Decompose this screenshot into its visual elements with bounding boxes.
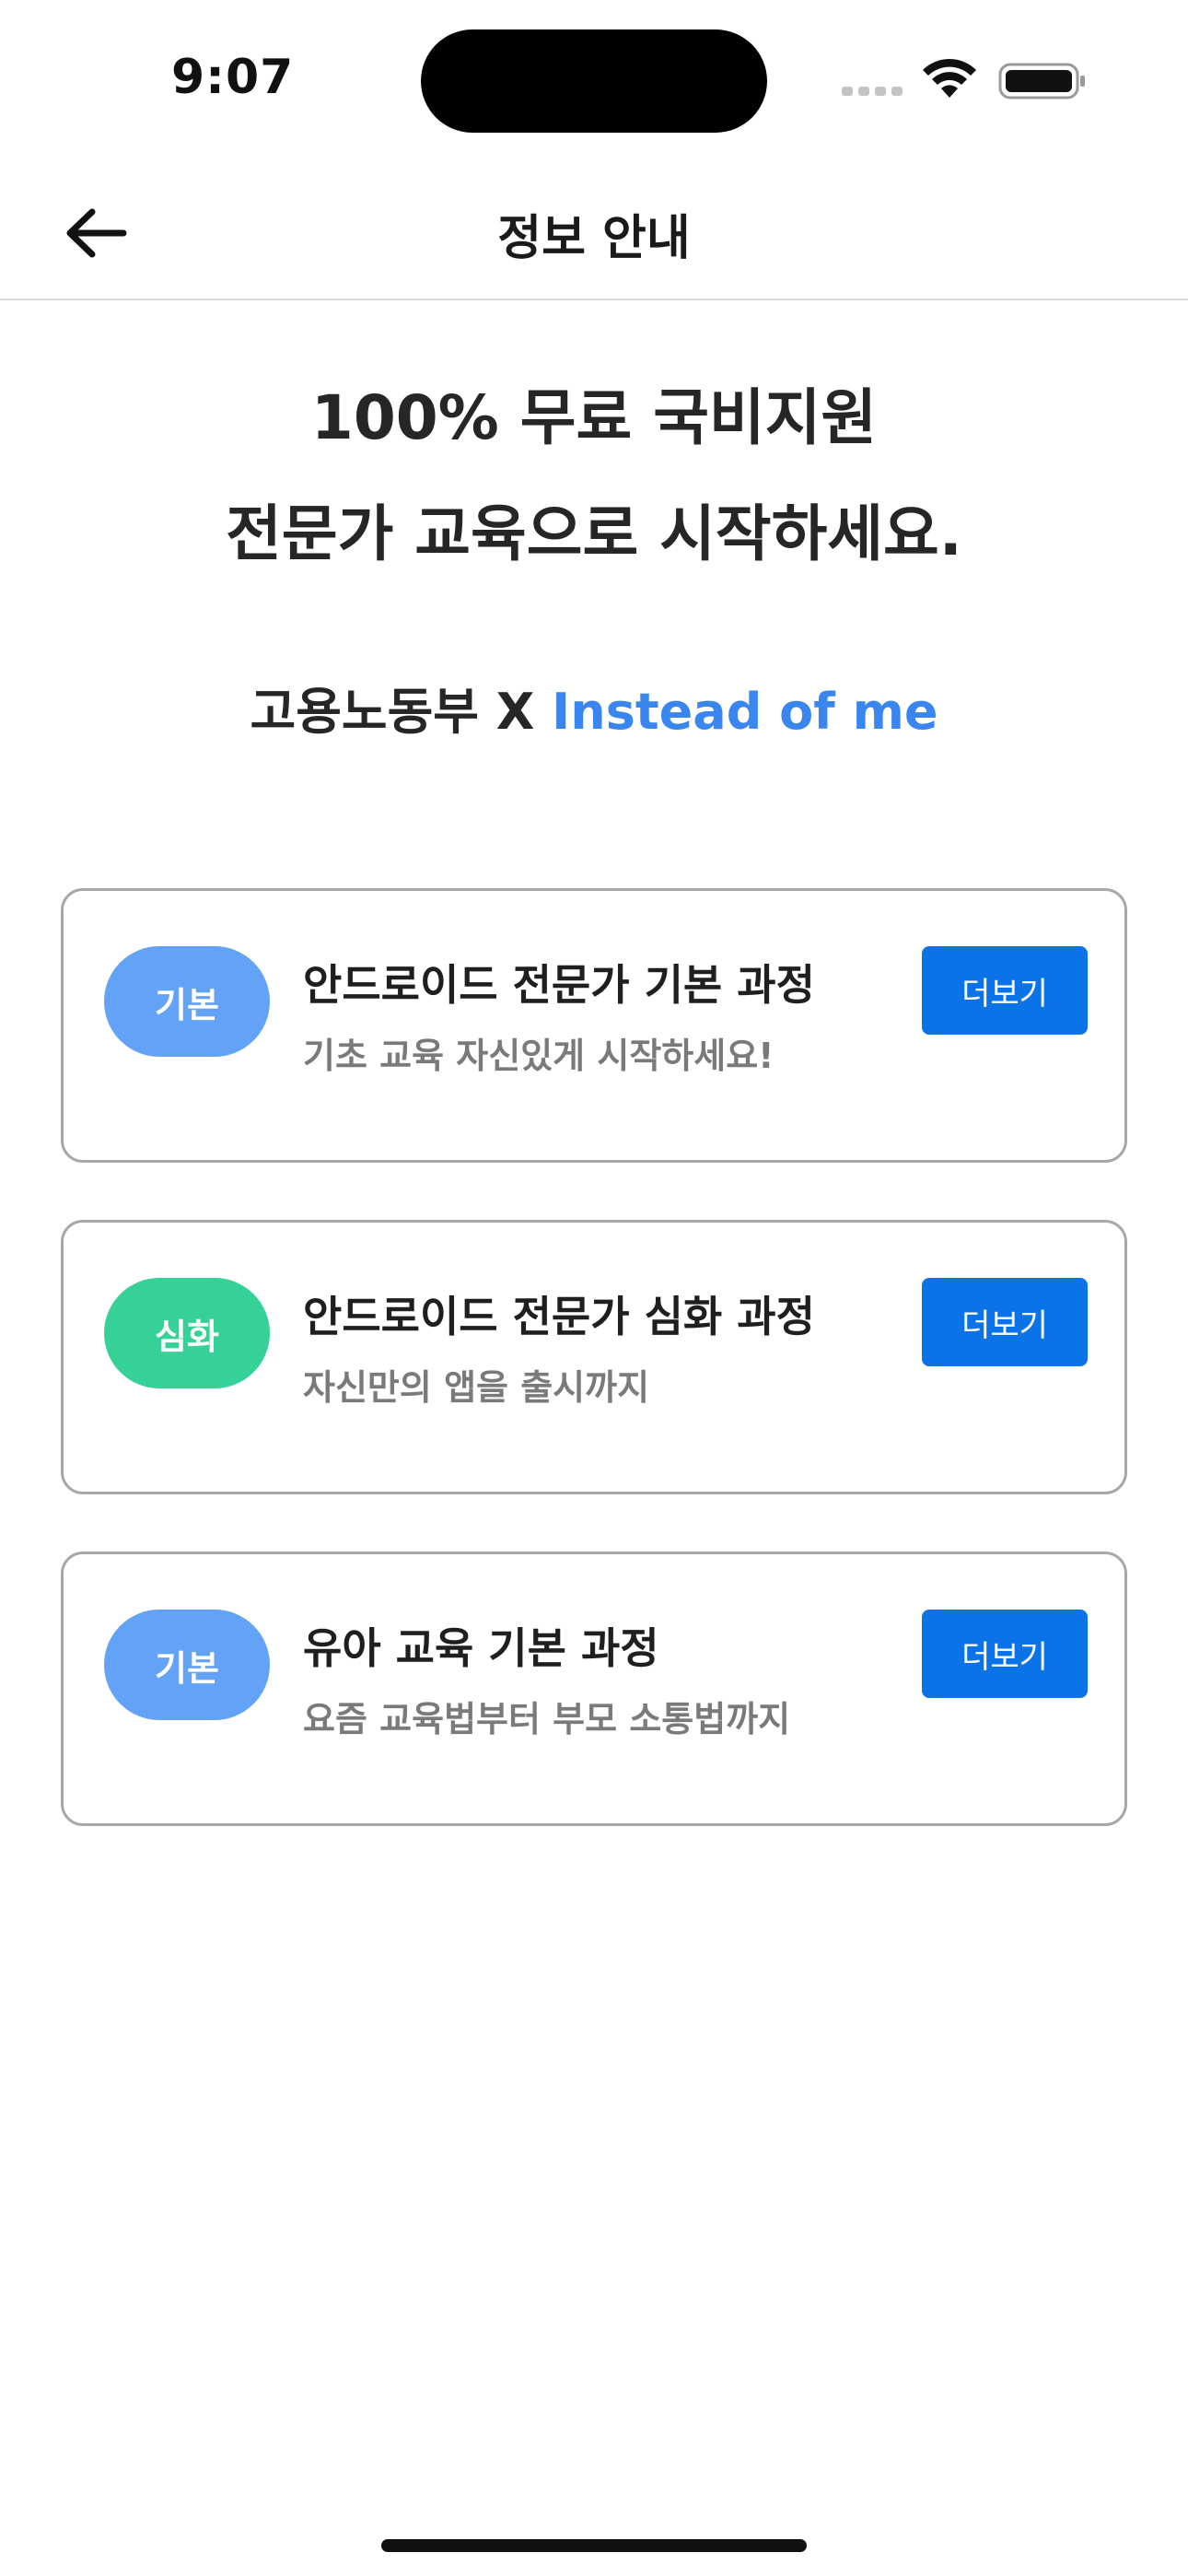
course-card: 심화 안드로이드 전문가 심화 과정 자신만의 앱을 출시까지 더보기: [61, 1220, 1127, 1494]
home-indicator[interactable]: [381, 2539, 807, 2552]
battery-icon: [998, 63, 1085, 100]
screen: 9:07 정보 안내 100% 무료 국비지원 전문가 교육으로 시작하세요. …: [0, 0, 1188, 2576]
signal-icon: [842, 87, 903, 96]
course-title: 유아 교육 기본 과정: [303, 1623, 659, 1673]
partner-line: 고용노동부 X Instead of me: [0, 671, 1188, 744]
level-badge: 기본: [104, 1610, 270, 1720]
level-badge: 기본: [104, 946, 270, 1057]
more-button[interactable]: 더보기: [922, 1278, 1088, 1366]
course-card: 기본 안드로이드 전문가 기본 과정 기초 교육 자신있게 시작하세요! 더보기: [61, 888, 1127, 1163]
wifi-icon: [923, 58, 976, 98]
nav-bar: 정보 안내: [0, 166, 1188, 300]
status-time: 9:07: [171, 50, 295, 105]
dynamic-island: [421, 29, 767, 133]
more-button[interactable]: 더보기: [922, 1610, 1088, 1698]
partner-brand: Instead of me: [552, 683, 938, 741]
status-bar: 9:07: [0, 0, 1188, 147]
course-title: 안드로이드 전문가 기본 과정: [303, 960, 815, 1010]
hero-heading-line1: 100% 무료 국비지원: [310, 382, 878, 453]
course-title: 안드로이드 전문가 심화 과정: [303, 1292, 815, 1341]
course-subtitle: 자신만의 앱을 출시까지: [303, 1367, 650, 1408]
course-subtitle: 기초 교육 자신있게 시작하세요!: [303, 1036, 775, 1076]
page-title: 정보 안내: [497, 211, 691, 266]
course-subtitle: 요즘 교육법부터 부모 소통법까지: [303, 1699, 791, 1739]
course-card: 기본 유아 교육 기본 과정 요즘 교육법부터 부모 소통법까지 더보기: [61, 1551, 1127, 1826]
hero-heading-line2: 전문가 교육으로 시작하세요.: [226, 498, 962, 569]
level-badge: 심화: [104, 1278, 270, 1388]
more-button[interactable]: 더보기: [922, 946, 1088, 1035]
partner-ministry: 고용노동부 X: [250, 683, 553, 741]
